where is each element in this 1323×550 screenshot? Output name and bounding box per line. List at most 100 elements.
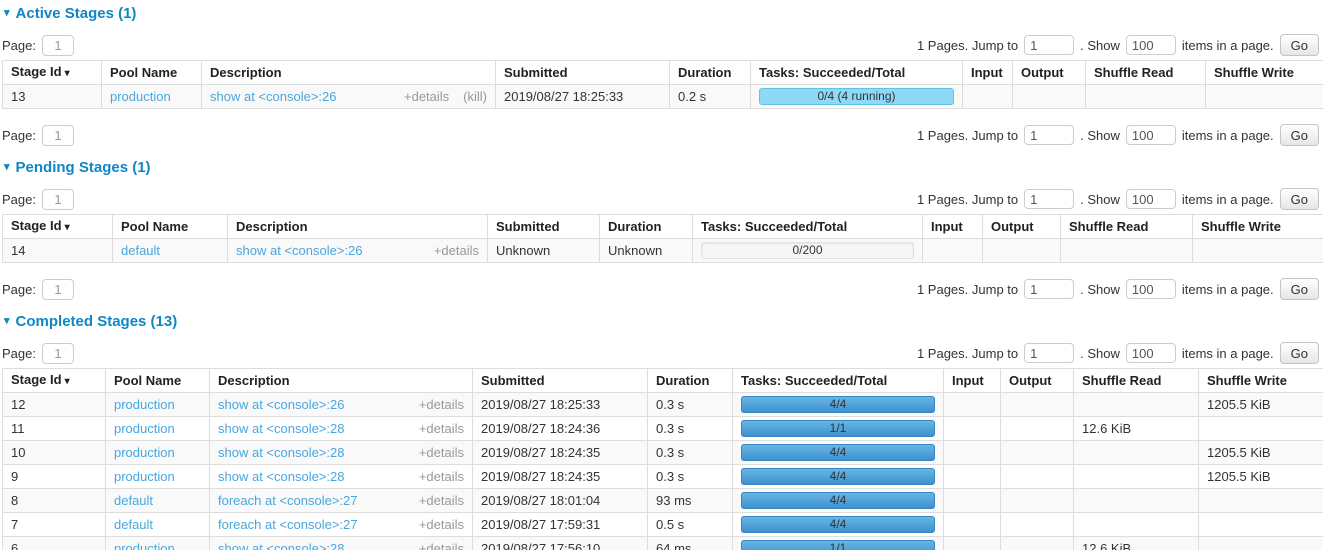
pool-name-cell: production (106, 441, 210, 465)
column-header-output[interactable]: Output (983, 215, 1061, 239)
pool-name-link[interactable]: production (114, 541, 175, 550)
pagination-left: Page: (2, 35, 74, 56)
stage-id-cell: 6 (3, 537, 106, 550)
go-button[interactable]: Go (1280, 124, 1319, 146)
description-link[interactable]: show at <console>:28 (218, 421, 344, 436)
description-link[interactable]: show at <console>:26 (210, 89, 336, 104)
column-header-pool-name[interactable]: Pool Name (113, 215, 228, 239)
description-link[interactable]: show at <console>:28 (218, 469, 344, 484)
jump-to-page-input[interactable] (1024, 189, 1074, 209)
stage-row: 14defaultshow at <console>:26+detailsUnk… (3, 239, 1323, 263)
pool-name-link[interactable]: production (110, 89, 171, 104)
column-header-shuffle-read[interactable]: Shuffle Read (1086, 61, 1206, 85)
column-header-duration[interactable]: Duration (648, 369, 733, 393)
section-heading-active[interactable]: ▾Active Stages (1) (4, 4, 1321, 22)
details-link[interactable]: +details (419, 493, 464, 508)
pool-name-link[interactable]: default (114, 517, 153, 532)
stage-row: 11productionshow at <console>:28+details… (3, 417, 1323, 441)
pool-name-link[interactable]: production (114, 469, 175, 484)
column-header-tasks-succeeded-total[interactable]: Tasks: Succeeded/Total (733, 369, 944, 393)
description-link[interactable]: show at <console>:28 (218, 541, 344, 550)
column-header-pool-name[interactable]: Pool Name (102, 61, 202, 85)
column-header-duration[interactable]: Duration (670, 61, 751, 85)
column-header-description[interactable]: Description (228, 215, 488, 239)
show-items-input[interactable] (1126, 279, 1176, 299)
jump-to-page-input[interactable] (1024, 125, 1074, 145)
column-header-submitted[interactable]: Submitted (488, 215, 600, 239)
column-header-stage-id[interactable]: Stage Id▾ (3, 215, 113, 239)
column-header-label: Output (991, 219, 1034, 234)
jump-to-page-input[interactable] (1024, 279, 1074, 299)
pagination-bar: Page:1 Pages. Jump to. Showitems in a pa… (2, 278, 1321, 300)
column-header-shuffle-read[interactable]: Shuffle Read (1074, 369, 1199, 393)
column-header-shuffle-read[interactable]: Shuffle Read (1061, 215, 1193, 239)
section-heading-pending[interactable]: ▾Pending Stages (1) (4, 158, 1321, 176)
show-items-input[interactable] (1126, 125, 1176, 145)
details-link[interactable]: +details (419, 445, 464, 460)
page-number-input[interactable] (42, 125, 74, 146)
pool-name-link[interactable]: production (114, 445, 175, 460)
column-header-description[interactable]: Description (202, 61, 496, 85)
details-link[interactable]: +details (419, 469, 464, 484)
description-link[interactable]: show at <console>:26 (218, 397, 344, 412)
column-header-input[interactable]: Input (963, 61, 1013, 85)
show-items-input[interactable] (1126, 343, 1176, 363)
details-link[interactable]: +details (434, 243, 479, 258)
description-link[interactable]: foreach at <console>:27 (218, 517, 358, 532)
input-cell (923, 239, 983, 263)
details-link[interactable]: +details (419, 397, 464, 412)
column-header-pool-name[interactable]: Pool Name (106, 369, 210, 393)
description-link[interactable]: show at <console>:28 (218, 445, 344, 460)
submitted-cell: 2019/08/27 18:25:33 (473, 393, 648, 417)
show-label: . Show (1080, 192, 1120, 207)
page-number-input[interactable] (42, 35, 74, 56)
stage-row: 10productionshow at <console>:28+details… (3, 441, 1323, 465)
column-header-stage-id[interactable]: Stage Id▾ (3, 369, 106, 393)
jump-to-page-input[interactable] (1024, 35, 1074, 55)
column-header-shuffle-write[interactable]: Shuffle Write (1199, 369, 1323, 393)
details-link[interactable]: +details (419, 421, 464, 436)
description-link[interactable]: show at <console>:26 (236, 243, 362, 258)
section-heading-completed[interactable]: ▾Completed Stages (13) (4, 312, 1321, 330)
column-header-tasks-succeeded-total[interactable]: Tasks: Succeeded/Total (693, 215, 923, 239)
tasks-cell: 0/4 (4 running) (751, 85, 963, 109)
column-header-shuffle-write[interactable]: Shuffle Write (1193, 215, 1323, 239)
column-header-tasks-succeeded-total[interactable]: Tasks: Succeeded/Total (751, 61, 963, 85)
page-number-input[interactable] (42, 279, 74, 300)
jump-to-page-input[interactable] (1024, 343, 1074, 363)
kill-link[interactable]: (kill) (463, 89, 487, 104)
go-button[interactable]: Go (1280, 34, 1319, 56)
column-header-input[interactable]: Input (923, 215, 983, 239)
go-button[interactable]: Go (1280, 188, 1319, 210)
pool-name-link[interactable]: default (121, 243, 160, 258)
column-header-submitted[interactable]: Submitted (473, 369, 648, 393)
column-header-submitted[interactable]: Submitted (496, 61, 670, 85)
details-link[interactable]: +details (404, 89, 449, 104)
column-header-shuffle-write[interactable]: Shuffle Write (1206, 61, 1323, 85)
column-header-stage-id[interactable]: Stage Id▾ (3, 61, 102, 85)
stage-id-cell: 8 (3, 489, 106, 513)
description-link[interactable]: foreach at <console>:27 (218, 493, 358, 508)
column-header-duration[interactable]: Duration (600, 215, 693, 239)
shuffle-read-cell (1061, 239, 1193, 263)
details-link[interactable]: +details (419, 517, 464, 532)
page-number-input[interactable] (42, 189, 74, 210)
column-header-input[interactable]: Input (944, 369, 1001, 393)
column-header-output[interactable]: Output (1013, 61, 1086, 85)
go-button[interactable]: Go (1280, 278, 1319, 300)
pagination-right: 1 Pages. Jump to. Showitems in a page.Go (917, 278, 1321, 300)
pool-name-cell: production (106, 537, 210, 550)
show-items-input[interactable] (1126, 35, 1176, 55)
pool-name-link[interactable]: production (114, 421, 175, 436)
details-link[interactable]: +details (419, 541, 464, 550)
pool-name-link[interactable]: default (114, 493, 153, 508)
column-header-output[interactable]: Output (1001, 369, 1074, 393)
pages-count-text: 1 Pages. Jump to (917, 282, 1018, 297)
page-number-input[interactable] (42, 343, 74, 364)
pool-name-cell: production (102, 85, 202, 109)
column-header-description[interactable]: Description (210, 369, 473, 393)
column-header-label: Input (931, 219, 963, 234)
go-button[interactable]: Go (1280, 342, 1319, 364)
pool-name-link[interactable]: production (114, 397, 175, 412)
show-items-input[interactable] (1126, 189, 1176, 209)
